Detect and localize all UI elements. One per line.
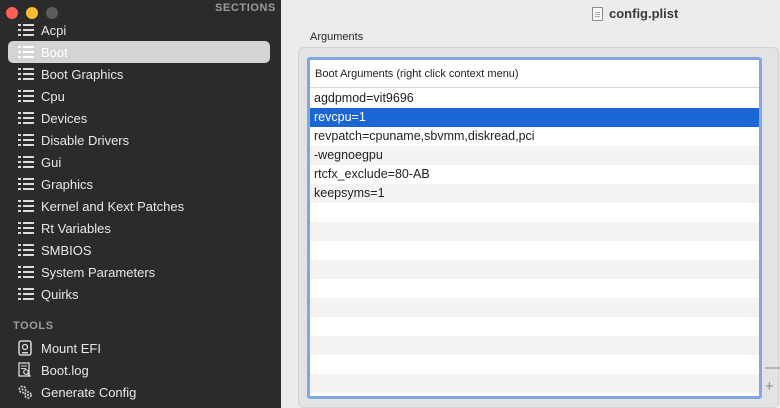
list-icon [18, 24, 34, 36]
zoom-window-button[interactable] [46, 7, 58, 19]
gears-icon [17, 384, 33, 400]
sidebar-item-gui[interactable]: Gui [8, 151, 270, 173]
table-row[interactable]: keepsyms=1 [310, 184, 759, 203]
list-icon [18, 200, 34, 212]
sections-header: SECTIONS [214, 2, 276, 14]
table-row-empty [310, 279, 759, 298]
table-rows: agdpmod=vit9696 revcpu=1 revpatch=cpuname,… [310, 89, 759, 393]
tool-item-mount-efi[interactable]: Mount EFI [8, 337, 270, 359]
table-row[interactable]: revpatch=cpuname,sbvmm,diskread,pci [310, 127, 759, 146]
table-row-empty [310, 222, 759, 241]
list-icon [18, 244, 34, 256]
tool-item-label: Mount EFI [41, 340, 101, 356]
table-row-empty [310, 298, 759, 317]
add-row-button[interactable]: + [765, 379, 774, 394]
table-row-empty [310, 260, 759, 279]
sidebar-item-label: Graphics [41, 176, 94, 192]
table-row-empty [310, 241, 759, 260]
table-row[interactable]: revcpu=1 [310, 108, 759, 127]
sidebar-item-label: SMBIOS [41, 242, 92, 258]
sidebar-item-boot[interactable]: Boot [8, 41, 270, 63]
table-row[interactable]: rtcfx_exclude=80-AB [310, 165, 759, 184]
arguments-group-label: Arguments [310, 31, 364, 43]
sidebar-item-devices[interactable]: Devices [8, 107, 270, 129]
sidebar-item-acpi[interactable]: Acpi [8, 19, 270, 41]
sidebar-item-label: Disable Drivers [41, 132, 130, 148]
table-row-empty [310, 336, 759, 355]
list-icon [18, 156, 34, 168]
list-icon [18, 46, 34, 58]
table-row-empty [310, 355, 759, 374]
sidebar-item-disable-drivers[interactable]: Disable Drivers [8, 129, 270, 151]
list-icon [18, 68, 34, 80]
list-icon [18, 222, 34, 234]
tool-item-label: Boot.log [41, 362, 89, 378]
boot-arguments-table[interactable]: Boot Arguments (right click context menu… [307, 57, 762, 399]
window-title: config.plist [609, 6, 679, 21]
remove-row-button[interactable]: — [765, 360, 780, 375]
sidebar-item-label: Boot Graphics [41, 66, 124, 82]
table-row[interactable]: -wegnoegpu [310, 146, 759, 165]
list-icon [18, 266, 34, 278]
table-row[interactable]: agdpmod=vit9696 [310, 89, 759, 108]
close-window-button[interactable] [6, 7, 18, 19]
sidebar-item-graphics[interactable]: Graphics [8, 173, 270, 195]
sidebar-item-boot-graphics[interactable]: Boot Graphics [8, 63, 270, 85]
list-icon [18, 288, 34, 300]
list-icon [18, 134, 34, 146]
minimize-window-button[interactable] [26, 7, 38, 19]
disk-icon [17, 340, 33, 356]
sidebar: SECTIONS Acpi Boot Boot Graphics Cpu Devices… [0, 0, 281, 408]
tool-item-boot-log[interactable]: Boot.log [8, 359, 270, 381]
sidebar-item-smbios[interactable]: SMBIOS [8, 239, 270, 261]
list-icon [18, 178, 34, 190]
log-search-icon [17, 362, 33, 378]
sidebar-item-label: Acpi [41, 22, 67, 38]
sidebar-item-label: Boot [41, 44, 68, 60]
sidebar-item-label: Cpu [41, 88, 65, 104]
sidebar-item-label: Rt Variables [41, 220, 111, 236]
sidebar-item-label: Quirks [41, 286, 79, 302]
window-controls [6, 7, 58, 19]
tool-item-generate-config[interactable]: Generate Config [8, 381, 270, 403]
sidebar-item-label: Kernel and Kext Patches [41, 198, 185, 214]
table-header[interactable]: Boot Arguments (right click context menu… [310, 60, 759, 88]
sidebar-item-quirks[interactable]: Quirks [8, 283, 270, 305]
tool-item-label: Generate Config [41, 384, 137, 400]
list-icon [18, 90, 34, 102]
document-icon [592, 6, 603, 21]
table-row-empty [310, 374, 759, 393]
tools-header: TOOLS [13, 320, 54, 332]
sidebar-item-label: System Parameters [41, 264, 156, 280]
sidebar-item-label: Gui [41, 154, 62, 170]
sidebar-item-kernel-and-kext-patches[interactable]: Kernel and Kext Patches [8, 195, 270, 217]
window-title-area: config.plist [592, 6, 678, 21]
sidebar-item-rt-variables[interactable]: Rt Variables [8, 217, 270, 239]
list-icon [18, 112, 34, 124]
sidebar-item-system-parameters[interactable]: System Parameters [8, 261, 270, 283]
table-row-empty [310, 317, 759, 336]
table-row-empty [310, 203, 759, 222]
sidebar-item-cpu[interactable]: Cpu [8, 85, 270, 107]
sidebar-item-label: Devices [41, 110, 88, 126]
